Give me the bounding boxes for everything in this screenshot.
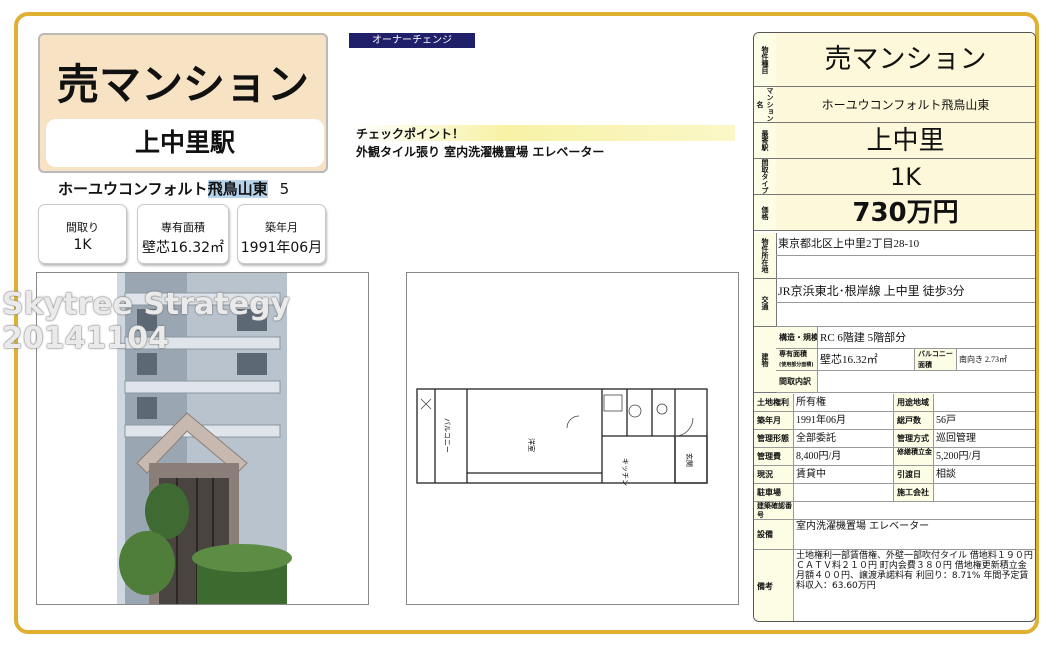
summary-value: 1K [73, 237, 92, 253]
checkpoint-text: 外観タイル張り 室内洗濯機置場 エレベーター [356, 145, 605, 159]
land-right-label: 土地権利 [754, 394, 794, 412]
property-name-highlight: 飛鳥山東 [207, 180, 268, 198]
watermark-line: 20141104 [2, 321, 169, 356]
handover-label: 引渡日 [894, 466, 934, 484]
summary-label: 専有面積 [161, 221, 205, 234]
plan-kitchen-label: キッチン [621, 458, 629, 486]
row-label: 間取タイプ [754, 159, 777, 194]
row-building: 建物 構造・規模 RC 6階建 5階部分 専有面積 (使用部分面積) 壁芯16.… [754, 327, 1035, 393]
row-type: 物件種目 売マンション [754, 33, 1035, 87]
floor-plan: 洋室 キッチン 玄関 バルコニー [406, 272, 739, 605]
title-card: 売マンション 上中里駅 [38, 33, 328, 173]
mgmt-method-label: 管理方式 [894, 430, 934, 448]
watermark: Skytree Strategy 20141104 [2, 288, 290, 356]
property-info-table: 物件種目 売マンション マンション名 ホーユウコンフォルト飛鳥山東 最寄駅 上中… [753, 32, 1036, 622]
mgmt-fee-label: 管理費 [754, 448, 794, 466]
row-price: 価格 730万円 [754, 195, 1035, 231]
summary-label: 間取り [66, 221, 99, 234]
summary-value: 壁芯16.32㎡ [141, 240, 225, 256]
area-label-main: 専有面積 [779, 350, 807, 358]
units-value: 56戸 [934, 412, 1035, 430]
balcony-label: バルコニー面積 [915, 349, 957, 371]
row-name: マンション名 ホーユウコンフォルト飛鳥山東 [754, 87, 1035, 123]
struct-value: RC 6階建 5階部分 [818, 327, 1035, 349]
summary-value: 1991年06月 [240, 240, 323, 256]
equipment-value: 室内洗濯機置場 エレベーター [794, 520, 1035, 550]
layout-detail-value [818, 371, 1035, 393]
row-label: 価格 [754, 195, 777, 230]
repair-fund-label: 修繕積立金 [894, 448, 934, 466]
equipment-label: 設備 [754, 520, 794, 550]
row-access: 交通 JR京浜東北･根岸線 上中里 徒歩3分 [754, 279, 1035, 327]
row-label: 物件所在地 [754, 233, 777, 278]
area-label-sub: (使用部分面積) [779, 362, 814, 368]
status-label: 現況 [754, 466, 794, 484]
row-label: 物件種目 [754, 33, 777, 86]
permit-value [794, 502, 1035, 520]
price-value: 730万円 [776, 195, 1035, 230]
area-value: 壁芯16.32㎡ [818, 349, 915, 371]
built-value: 1991年06月 [794, 412, 894, 430]
summary-label: 築年月 [265, 221, 298, 234]
summary-area: 専有面積 壁芯16.32㎡ [137, 204, 229, 264]
plan-balcony-label: バルコニー [443, 418, 451, 453]
property-name: ホーユウコンフォルト飛鳥山東 5 [58, 178, 289, 199]
type-value: 売マンション [776, 33, 1035, 86]
row-label: 交通 [754, 279, 777, 326]
row-station: 最寄駅 上中里 [754, 123, 1035, 159]
use-area-value [934, 394, 1035, 412]
summary-built: 築年月 1991年06月 [237, 204, 326, 264]
use-area-label: 用途地域 [894, 394, 934, 412]
address-blank [776, 256, 1035, 279]
status-value: 賃貸中 [794, 466, 894, 484]
access-blank [776, 303, 1035, 327]
remarks-value: 土地権利一部賃借権、外壁一部吹付タイル 借地料１９０円 ＣＡＴＶ料２１０円 町内… [794, 550, 1035, 621]
builder-label: 施工会社 [894, 484, 934, 502]
checkpoint-header: チェックポイント！ [352, 125, 735, 141]
property-name-prefix: ホーユウコンフォルト [58, 180, 208, 198]
land-right-value: 所有権 [794, 394, 894, 412]
listing-type-title: 売マンション [56, 60, 309, 109]
permit-label: 建築確認番号 [754, 502, 794, 520]
row-label: 建物 [754, 327, 777, 392]
mgmt-form-label: 管理形態 [754, 430, 794, 448]
builder-value [934, 484, 1035, 502]
building-name-value: ホーユウコンフォルト飛鳥山東 [776, 87, 1035, 122]
row-layout: 間取タイプ 1K [754, 159, 1035, 195]
layout-value: 1K [776, 159, 1035, 194]
mgmt-method-value: 巡回管理 [934, 430, 1035, 448]
parking-label: 駐車場 [754, 484, 794, 502]
address-value: 東京都北区上中里2丁目28-10 [776, 233, 1035, 256]
floor-plan-drawing: 洋室 キッチン 玄関 バルコニー [416, 388, 708, 486]
balcony-value: 南向き 2.73㎡ [957, 349, 1035, 371]
property-number: 5 [279, 180, 290, 198]
plan-room-label: 洋室 [527, 438, 536, 452]
repair-fund-value: 5,200円/月 [934, 448, 1035, 466]
units-label: 総戸数 [894, 412, 934, 430]
station-title: 上中里駅 [46, 119, 324, 167]
access-value: JR京浜東北･根岸線 上中里 徒歩3分 [776, 279, 1035, 303]
remarks-label: 備考 [754, 550, 794, 621]
struct-label: 構造・規模 [776, 327, 818, 349]
handover-value: 相談 [934, 466, 1035, 484]
layout-detail-label: 間取内訳 [776, 371, 818, 393]
watermark-line: Skytree Strategy [2, 287, 291, 322]
area-label: 専有面積 (使用部分面積) [776, 349, 818, 371]
plan-entrance-label: 玄関 [685, 453, 694, 467]
mgmt-form-value: 全部委託 [794, 430, 894, 448]
row-label: 最寄駅 [754, 123, 777, 158]
mgmt-fee-value: 8,400円/月 [794, 448, 894, 466]
row-address: 物件所在地 東京都北区上中里2丁目28-10 [754, 233, 1035, 279]
row-label: マンション名 [754, 87, 777, 122]
owner-change-badge: オーナーチェンジ [349, 33, 475, 48]
built-label: 築年月 [754, 412, 794, 430]
parking-value [794, 484, 894, 502]
station-value: 上中里 [776, 123, 1035, 158]
summary-layout: 間取り 1K [38, 204, 127, 264]
